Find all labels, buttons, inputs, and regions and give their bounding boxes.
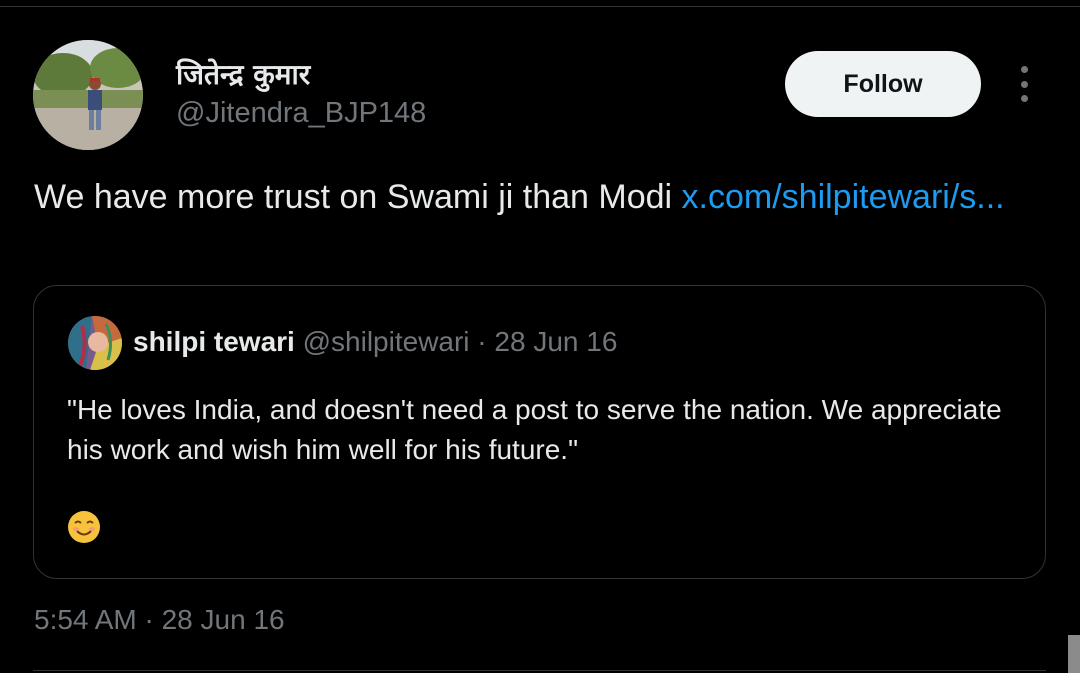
quoted-author-name[interactable]: shilpi tewari	[133, 326, 295, 357]
quoted-avatar-image	[68, 316, 122, 370]
more-vertical-icon[interactable]	[1006, 62, 1042, 106]
smiling-face-emoji	[67, 510, 101, 544]
author-name[interactable]: जितेन्द्र कुमार	[176, 58, 310, 92]
quoted-tweet-header: shilpi tewari @shilpitewari · 28 Jun 16	[133, 325, 617, 359]
author-avatar-image	[33, 40, 143, 150]
quoted-author-handle[interactable]: @shilpitewari	[303, 326, 470, 357]
quoted-author-avatar[interactable]	[68, 316, 122, 370]
quoted-tweet-card[interactable]: shilpi tewari @shilpitewari · 28 Jun 16 …	[33, 285, 1046, 579]
author-avatar[interactable]	[33, 40, 143, 150]
follow-button[interactable]: Follow	[785, 51, 981, 117]
quoted-tweet-date: · 28 Jun 16	[469, 326, 618, 357]
author-handle[interactable]: @Jitendra_BJP148	[176, 96, 426, 130]
more-dot	[1020, 66, 1028, 73]
tweet-body: We have more trust on Swami ji than Modi	[34, 178, 682, 216]
more-dot	[1020, 80, 1028, 88]
tweet-text: We have more trust on Swami ji than Modi…	[34, 176, 1054, 218]
tweet-timestamp[interactable]: 5:54 AM · 28 Jun 16	[34, 603, 285, 637]
quoted-tweet-text: "He loves India, and doesn't need a post…	[67, 394, 1002, 465]
tweet-link[interactable]: x.com/shilpitewari/s...	[682, 178, 1005, 216]
scrollbar-thumb[interactable]	[1068, 635, 1080, 673]
bottom-divider	[33, 670, 1046, 671]
top-divider	[0, 6, 1080, 7]
more-dot	[1020, 95, 1028, 102]
